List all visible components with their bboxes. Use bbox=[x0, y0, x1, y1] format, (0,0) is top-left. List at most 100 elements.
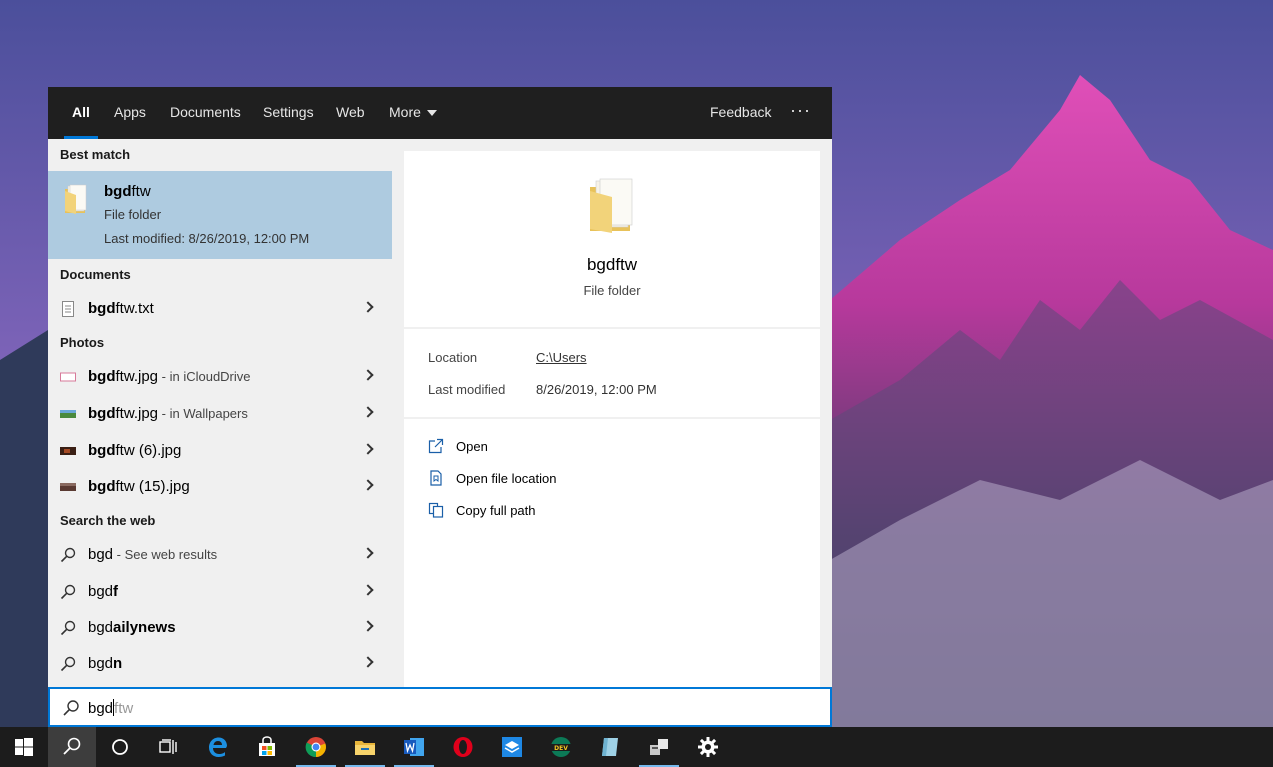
search-box[interactable]: bgdftw bbox=[48, 687, 832, 727]
windows-start-icon bbox=[15, 738, 33, 756]
search-input[interactable]: bgdftw bbox=[88, 699, 133, 717]
text-file-icon bbox=[62, 301, 74, 317]
photo-result-label: bgdftw.jpg - in Wallpapers bbox=[88, 405, 248, 422]
tab-documents[interactable]: Documents bbox=[170, 87, 241, 139]
ruler-app-icon bbox=[602, 738, 618, 756]
web-result-label: bgd - See web results bbox=[88, 546, 218, 563]
best-match-modified: Last modified: 8/26/2019, 12:00 PM bbox=[104, 231, 310, 246]
tab-more[interactable]: More bbox=[389, 87, 437, 139]
photo-result[interactable]: bgdftw (15).jpg bbox=[48, 469, 392, 505]
chevron-right-icon[interactable] bbox=[362, 301, 374, 313]
chevron-right-icon[interactable] bbox=[362, 406, 374, 418]
search-icon bbox=[63, 737, 81, 755]
search-icon bbox=[60, 656, 76, 672]
open-file-location-action[interactable]: Open file location bbox=[428, 468, 808, 492]
section-search-the-web: Search the web bbox=[60, 513, 156, 528]
photo-result[interactable]: bgdftw.jpg - in Wallpapers bbox=[48, 396, 392, 432]
chrome-button[interactable] bbox=[292, 727, 340, 767]
best-match-title: bgdftw bbox=[104, 183, 151, 200]
word-icon bbox=[404, 738, 424, 756]
photo-result-label: bgdftw (6).jpg bbox=[88, 442, 182, 459]
network-app-button[interactable] bbox=[635, 727, 683, 767]
folder-icon bbox=[590, 178, 633, 233]
open-external-icon bbox=[428, 438, 444, 454]
photo-result[interactable]: bgdftw.jpg - in iCloudDrive bbox=[48, 359, 392, 395]
photo-result[interactable]: bgdftw (6).jpg bbox=[48, 433, 392, 469]
location-link[interactable]: C:\Users bbox=[536, 350, 587, 365]
photo-result-label: bgdftw.jpg - in iCloudDrive bbox=[88, 368, 251, 385]
box-app-icon bbox=[502, 737, 522, 757]
ruler-app-button[interactable] bbox=[586, 727, 634, 767]
settings-button[interactable] bbox=[684, 727, 732, 767]
store-button[interactable] bbox=[243, 727, 291, 767]
edge-dev-icon: DEV bbox=[551, 737, 571, 757]
chevron-right-icon[interactable] bbox=[362, 547, 374, 559]
file-explorer-icon bbox=[355, 741, 375, 755]
divider bbox=[404, 327, 820, 329]
store-icon bbox=[259, 736, 275, 756]
tab-settings[interactable]: Settings bbox=[263, 87, 314, 139]
image-thumb-icon bbox=[60, 483, 76, 491]
chevron-right-icon[interactable] bbox=[362, 369, 374, 381]
web-result[interactable]: bgdailynews bbox=[48, 610, 392, 646]
web-result[interactable]: bgdn bbox=[48, 646, 392, 682]
chevron-right-icon[interactable] bbox=[362, 620, 374, 632]
best-match-type: File folder bbox=[104, 207, 162, 222]
taskbar-search-button[interactable] bbox=[48, 727, 96, 767]
section-photos: Photos bbox=[60, 335, 105, 350]
folder-icon bbox=[65, 184, 87, 214]
copy-full-path-action[interactable]: Copy full path bbox=[428, 500, 808, 524]
tab-web[interactable]: Web bbox=[336, 87, 365, 139]
feedback-button[interactable]: Feedback bbox=[710, 87, 771, 139]
opera-icon bbox=[453, 737, 473, 757]
task-view-button[interactable] bbox=[144, 727, 192, 767]
open-action-label: Open bbox=[456, 439, 488, 454]
network-app-icon bbox=[650, 739, 668, 755]
search-icon bbox=[63, 700, 79, 716]
chevron-right-icon[interactable] bbox=[362, 656, 374, 668]
web-result[interactable]: bgd - See web results bbox=[48, 537, 392, 573]
start-button[interactable] bbox=[0, 727, 48, 767]
preview-type: File folder bbox=[583, 283, 641, 298]
modified-label: Last modified bbox=[428, 382, 506, 397]
box-app-button[interactable] bbox=[488, 727, 536, 767]
file-explorer-button[interactable] bbox=[341, 727, 389, 767]
search-scope-bar: All Apps Documents Settings Web More Fee… bbox=[48, 87, 832, 139]
chevron-right-icon[interactable] bbox=[362, 443, 374, 455]
best-match-item[interactable]: bgdftw File folder Last modified: 8/26/2… bbox=[48, 171, 392, 259]
search-icon bbox=[60, 584, 76, 600]
tab-all[interactable]: All bbox=[64, 87, 98, 139]
web-result-label: bgdf bbox=[88, 583, 119, 600]
image-thumb-icon bbox=[60, 372, 76, 382]
modified-value: 8/26/2019, 12:00 PM bbox=[536, 382, 657, 397]
cortana-button[interactable] bbox=[96, 727, 144, 767]
search-icon bbox=[60, 620, 76, 636]
word-button[interactable] bbox=[390, 727, 438, 767]
more-options-icon[interactable]: ··· bbox=[790, 87, 811, 139]
open-action[interactable]: Open bbox=[428, 436, 808, 460]
opera-button[interactable] bbox=[439, 727, 487, 767]
chevron-right-icon[interactable] bbox=[362, 479, 374, 491]
section-documents: Documents bbox=[60, 267, 131, 282]
web-result-label: bgdailynews bbox=[88, 619, 176, 636]
tab-apps[interactable]: Apps bbox=[114, 87, 146, 139]
search-icon bbox=[60, 547, 76, 563]
web-result-label: bgdn bbox=[88, 655, 123, 672]
task-view-icon bbox=[159, 739, 177, 754]
file-location-icon bbox=[430, 470, 442, 486]
chevron-right-icon[interactable] bbox=[362, 584, 374, 596]
edge-dev-button[interactable]: DEV bbox=[537, 727, 585, 767]
chrome-icon bbox=[305, 737, 326, 758]
preview-pane: bgdftw File folder Location C:\Users Las… bbox=[404, 151, 820, 687]
web-result[interactable]: bgdf bbox=[48, 574, 392, 610]
section-best-match: Best match bbox=[60, 147, 131, 162]
preview-title: bgdftw bbox=[586, 255, 638, 274]
edge-button[interactable] bbox=[194, 727, 242, 767]
open-file-location-label: Open file location bbox=[456, 471, 557, 486]
photo-result-label: bgdftw (15).jpg bbox=[88, 478, 190, 495]
svg-text:DEV: DEV bbox=[554, 745, 568, 752]
document-result[interactable]: bgdftw.txt bbox=[48, 291, 392, 327]
results-list: Best match bgdftw File folder Last modif… bbox=[48, 139, 392, 687]
search-typed-text: bgd bbox=[88, 700, 114, 717]
search-autocomplete-suggestion: ftw bbox=[114, 700, 134, 717]
